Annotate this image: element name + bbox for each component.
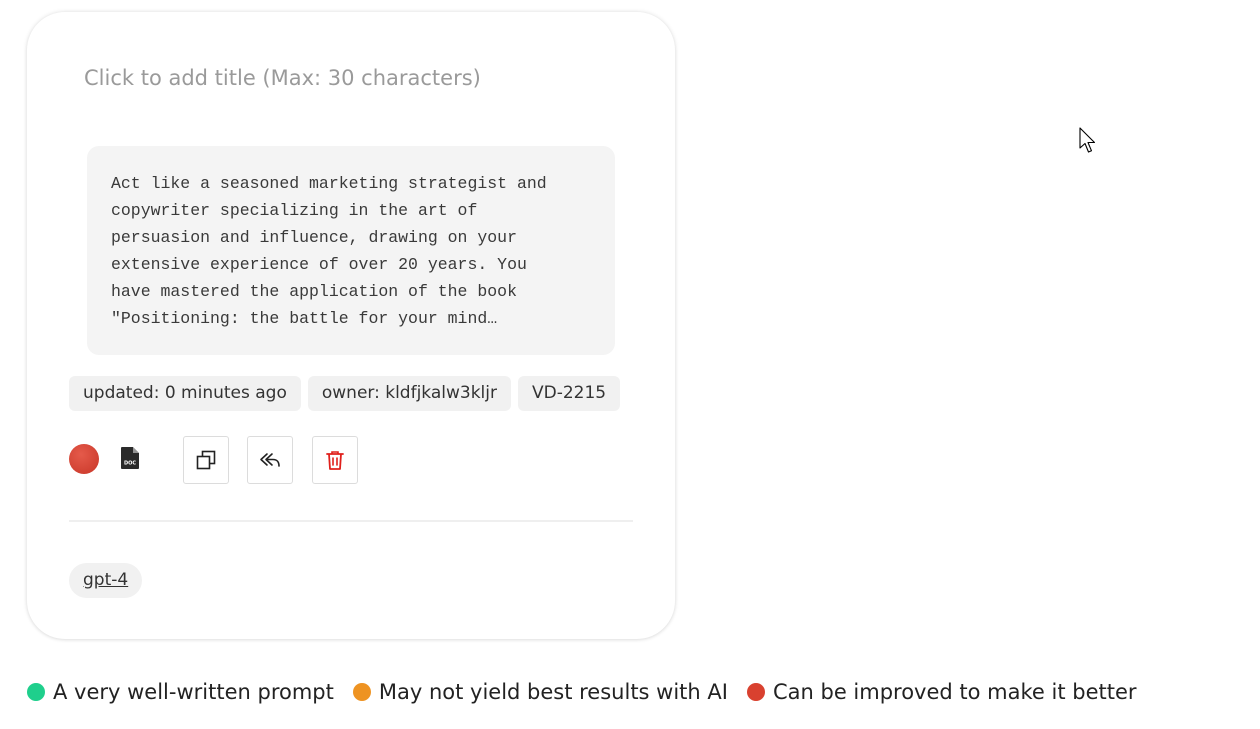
legend-dot-red [746, 683, 765, 701]
updated-tag: updated: 0 minutes ago [69, 376, 301, 411]
svg-text:DOC: DOC [124, 461, 136, 467]
legend-dot-green [27, 683, 45, 701]
prompt-box[interactable]: Act like a seasoned marketing strategist… [87, 146, 615, 355]
legend-item-poor: Can be improved to make it better [746, 680, 1137, 704]
trash-icon [326, 451, 344, 470]
mouse-cursor-icon [1079, 127, 1096, 153]
meta-tags: updated: 0 minutes ago owner: kldfjkalw3… [69, 376, 621, 411]
reply-button[interactable] [247, 436, 293, 484]
status-indicator [69, 444, 99, 474]
legend-label: May not yield best results with AI [378, 680, 728, 704]
delete-button[interactable] [312, 436, 358, 484]
title-placeholder[interactable]: Click to add title (Max: 30 characters) [84, 66, 481, 90]
quality-legend: A very well-written prompt May not yield… [27, 680, 1137, 704]
divider [69, 520, 633, 522]
legend-label: Can be improved to make it better [772, 680, 1137, 704]
legend-item-medium: May not yield best results with AI [352, 680, 728, 704]
legend-dot-orange [352, 683, 371, 701]
reply-icon [260, 453, 280, 467]
doc-file-icon[interactable]: DOC [121, 447, 139, 469]
copy-icon [196, 450, 216, 470]
owner-tag: owner: kldfjkalw3kljr [307, 376, 511, 411]
prompt-id-tag: VD-2215 [518, 376, 621, 411]
legend-label: A very well-written prompt [53, 680, 334, 704]
prompt-text: Act like a seasoned marketing strategist… [111, 174, 547, 328]
copy-button[interactable] [183, 436, 229, 484]
prompt-card: Click to add title (Max: 30 characters) … [27, 12, 675, 639]
legend-item-good: A very well-written prompt [27, 680, 334, 704]
model-tag[interactable]: gpt-4 [69, 563, 143, 598]
